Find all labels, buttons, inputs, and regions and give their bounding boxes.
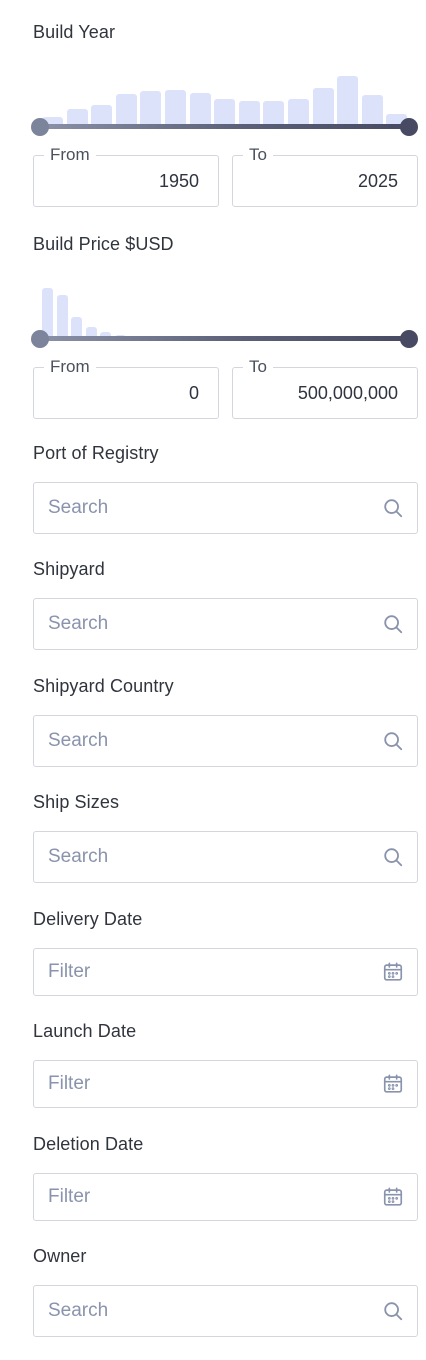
ship-sizes-search-input[interactable]: [48, 832, 368, 882]
to-legend: To: [243, 145, 273, 165]
owner-field[interactable]: [33, 1285, 418, 1337]
build-year-from-field[interactable]: From 1950: [33, 145, 219, 207]
build-year-to-field[interactable]: To 2025: [232, 145, 418, 207]
histogram-bar: [165, 90, 186, 126]
calendar-icon[interactable]: [382, 1073, 404, 1095]
histogram-bar: [140, 91, 162, 126]
histogram-bar: [214, 99, 236, 126]
search-icon[interactable]: [382, 730, 404, 752]
build-price-to-field[interactable]: To 500,000,000: [232, 357, 418, 419]
build-price-label: Build Price $USD: [33, 234, 174, 254]
histogram-bar: [288, 99, 309, 126]
build-year-min-handle[interactable]: [31, 118, 49, 136]
port-of-registry-field[interactable]: [33, 482, 418, 534]
ship-sizes-label: Ship Sizes: [33, 792, 120, 812]
histogram-bar: [115, 94, 137, 126]
owner-search-input[interactable]: [48, 1286, 368, 1336]
deletion-date-label: Deletion Date: [33, 1134, 144, 1154]
histogram-bar: [312, 88, 334, 126]
delivery-date-label: Delivery Date: [33, 909, 143, 929]
port-of-registry-search-input[interactable]: [48, 483, 368, 533]
shipyard-search-input[interactable]: [48, 599, 368, 649]
shipyard-country-label: Shipyard Country: [33, 676, 174, 696]
delivery-date-field[interactable]: [33, 948, 418, 996]
build-price-from-field[interactable]: From 0: [33, 357, 219, 419]
histogram-bar: [71, 317, 83, 338]
launch-date-field[interactable]: [33, 1060, 418, 1108]
histogram-bar: [91, 105, 113, 126]
from-legend: From: [44, 145, 96, 165]
shipyard-field[interactable]: [33, 598, 418, 650]
shipyard-label: Shipyard: [33, 559, 105, 579]
launch-date-filter-input[interactable]: [48, 1061, 368, 1107]
to-legend: To: [243, 357, 273, 377]
build-year-from-value[interactable]: 1950: [159, 171, 199, 192]
build-year-histogram: [40, 66, 410, 126]
build-year-slider-track[interactable]: [40, 124, 409, 129]
port-of-registry-label: Port of Registry: [33, 443, 159, 463]
build-price-to-value[interactable]: 500,000,000: [298, 383, 398, 404]
ship-sizes-field[interactable]: [33, 831, 418, 883]
histogram-bar: [238, 101, 260, 126]
owner-label: Owner: [33, 1246, 87, 1266]
from-legend: From: [44, 357, 96, 377]
search-icon[interactable]: [382, 846, 404, 868]
delivery-date-filter-input[interactable]: [48, 949, 368, 995]
histogram-bar: [56, 295, 68, 338]
deletion-date-field[interactable]: [33, 1173, 418, 1221]
launch-date-label: Launch Date: [33, 1021, 137, 1041]
build-price-histogram: [40, 278, 410, 338]
calendar-icon[interactable]: [382, 1186, 404, 1208]
build-price-slider-track[interactable]: [40, 336, 409, 341]
build-price-max-handle[interactable]: [400, 330, 418, 348]
build-year-label: Build Year: [33, 22, 116, 42]
deletion-date-filter-input[interactable]: [48, 1174, 368, 1220]
shipyard-country-field[interactable]: [33, 715, 418, 767]
build-price-from-value[interactable]: 0: [189, 383, 199, 404]
histogram-bar: [361, 95, 383, 126]
histogram-bar: [263, 101, 285, 126]
histogram-bar: [337, 76, 359, 126]
build-year-max-handle[interactable]: [400, 118, 418, 136]
search-icon[interactable]: [382, 613, 404, 635]
search-icon[interactable]: [382, 497, 404, 519]
calendar-icon[interactable]: [382, 961, 404, 983]
shipyard-country-search-input[interactable]: [48, 716, 368, 766]
build-year-to-value[interactable]: 2025: [358, 171, 398, 192]
build-price-min-handle[interactable]: [31, 330, 49, 348]
search-icon[interactable]: [382, 1300, 404, 1322]
histogram-bar: [189, 93, 211, 126]
